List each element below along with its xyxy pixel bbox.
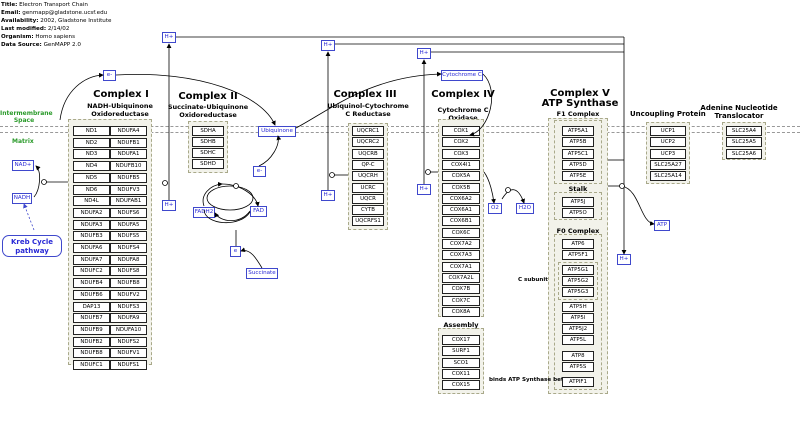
complex2-cycle xyxy=(206,185,254,211)
oxygen-node xyxy=(505,187,511,193)
complex2-electron-arrow xyxy=(258,135,282,167)
fad-reduction-arrow xyxy=(214,210,251,222)
pathway-arrows xyxy=(23,36,655,269)
o2-to-h2o-arrow xyxy=(501,189,525,204)
complex1-electron-arrow xyxy=(59,72,104,121)
atp-synthesis-arrow xyxy=(621,185,655,226)
krebs-to-nadh-arrow xyxy=(23,203,35,231)
atp-synthesis-node xyxy=(619,183,625,189)
complex4-proton-node xyxy=(425,169,431,175)
complex4-to-o2-arrow xyxy=(483,171,496,204)
succinate-arrow xyxy=(240,247,263,269)
electron-to-ubiquinone-arrow xyxy=(115,73,276,126)
complex1-proton-node xyxy=(162,180,168,186)
complex3-proton-node xyxy=(329,172,335,178)
fad-cycle-loop xyxy=(203,209,251,224)
cytc-to-complex4-arrow xyxy=(469,73,492,137)
complex2-node xyxy=(233,183,239,189)
nadh-oxidation-arrow xyxy=(33,165,41,198)
ubiquinone-to-cytc-arrow xyxy=(295,71,442,129)
nadh-node xyxy=(41,179,47,185)
